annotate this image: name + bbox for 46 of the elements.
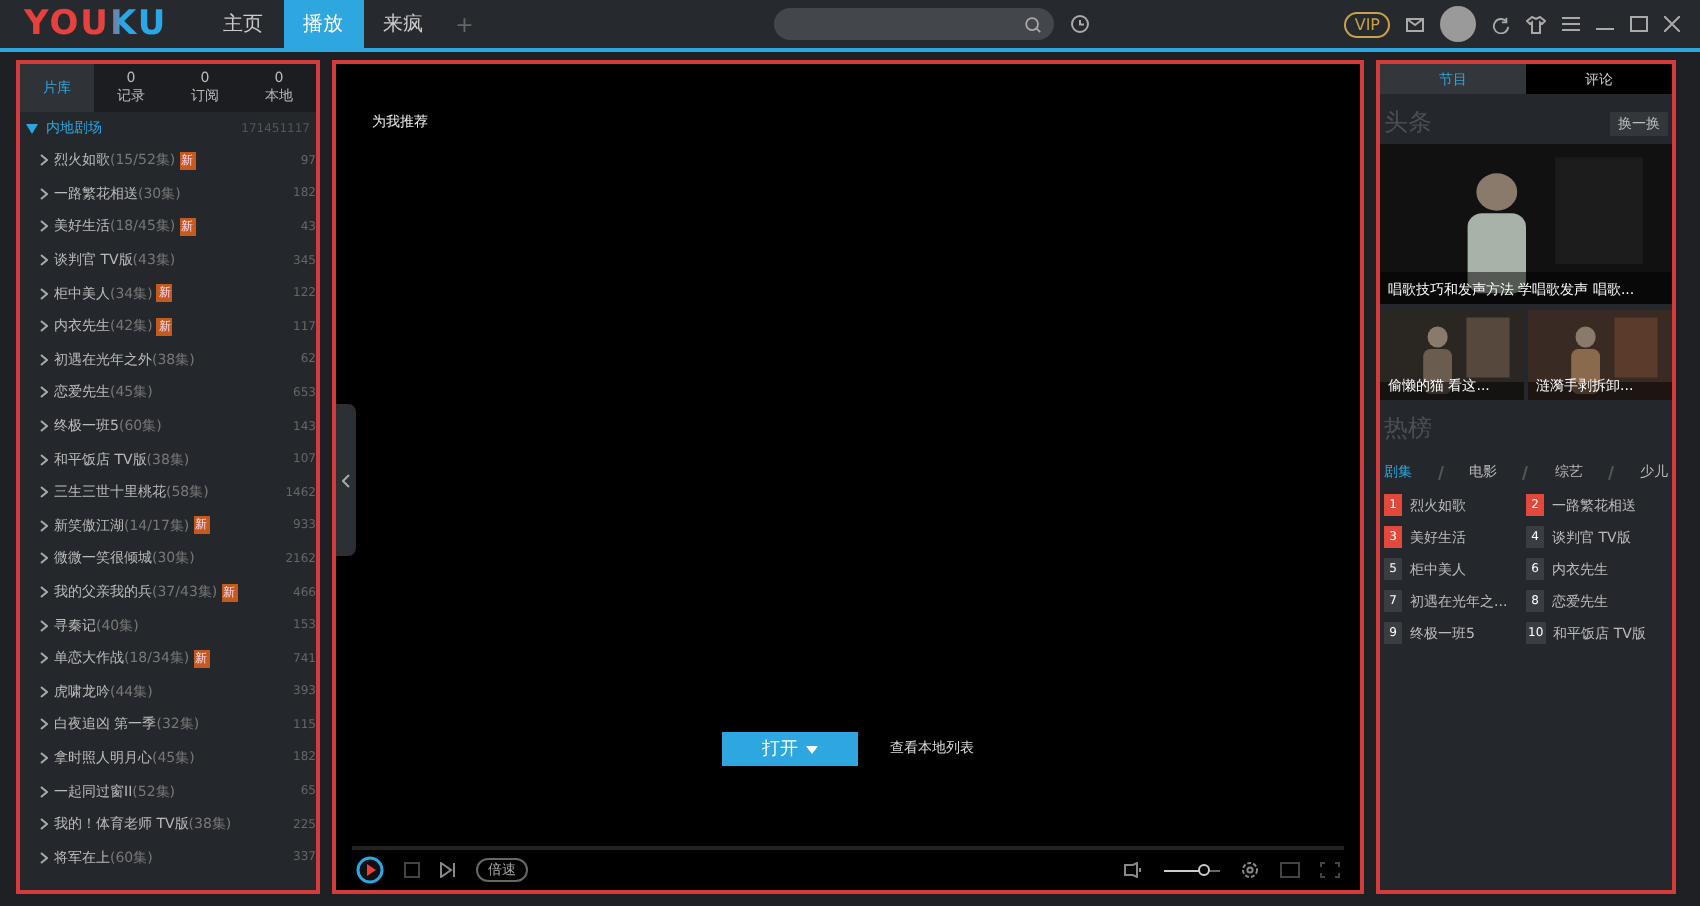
- chevron-right-icon: [40, 254, 48, 267]
- chevron-right-icon: [40, 453, 48, 466]
- chevron-right-icon: [40, 220, 48, 233]
- chevron-right-icon: [40, 353, 48, 366]
- chevron-right-icon: [40, 420, 48, 433]
- chevron-right-icon: [40, 386, 48, 399]
- menu-icon[interactable]: [1562, 16, 1580, 32]
- chevron-right-icon: [40, 785, 48, 798]
- avatar[interactable]: [1440, 6, 1476, 42]
- chevron-right-icon: [40, 619, 48, 632]
- vip-badge[interactable]: VIP: [1344, 11, 1390, 37]
- close-icon[interactable]: [1664, 16, 1680, 32]
- settings-icon[interactable]: [1240, 860, 1260, 880]
- chevron-right-icon: [40, 818, 48, 831]
- chevron-right-icon: [40, 519, 48, 532]
- shirt-icon[interactable]: [1526, 15, 1546, 33]
- search-field[interactable]: [773, 8, 1054, 40]
- chevron-right-icon: [40, 586, 48, 599]
- volume-thumb[interactable]: [1197, 863, 1210, 875]
- chevron-right-icon: [40, 718, 48, 731]
- chevron-right-icon: [40, 552, 48, 565]
- chevron-left-icon: [342, 473, 350, 487]
- next-icon[interactable]: [440, 862, 456, 878]
- speaker-icon[interactable]: [1124, 862, 1144, 878]
- chevron-right-icon: [40, 154, 48, 167]
- chevron-right-icon: [40, 685, 48, 698]
- separator-icon: [1437, 465, 1444, 479]
- separator-icon: [1522, 465, 1529, 479]
- chevron-right-icon: [40, 652, 48, 665]
- mail-icon[interactable]: [1406, 17, 1424, 31]
- nav-tab[interactable]: 主页: [203, 0, 284, 48]
- nav-tab[interactable]: 来疯: [363, 0, 444, 48]
- search-icon[interactable]: [1023, 15, 1042, 33]
- chevron-right-icon: [40, 851, 48, 864]
- separator-icon: [1608, 465, 1615, 479]
- caret-icon: [806, 745, 818, 753]
- refresh-icon[interactable]: [1492, 15, 1510, 33]
- chevron-right-icon: [40, 287, 48, 300]
- clock-icon[interactable]: [1069, 14, 1090, 34]
- play-icon[interactable]: [356, 856, 384, 884]
- collapse-handle[interactable]: [336, 404, 356, 556]
- chevron-right-icon: [40, 320, 48, 333]
- chevron-right-icon: [40, 187, 48, 200]
- chevron-right-icon: [40, 751, 48, 764]
- maximize-icon[interactable]: [1630, 16, 1648, 32]
- chevron-right-icon: [40, 486, 48, 499]
